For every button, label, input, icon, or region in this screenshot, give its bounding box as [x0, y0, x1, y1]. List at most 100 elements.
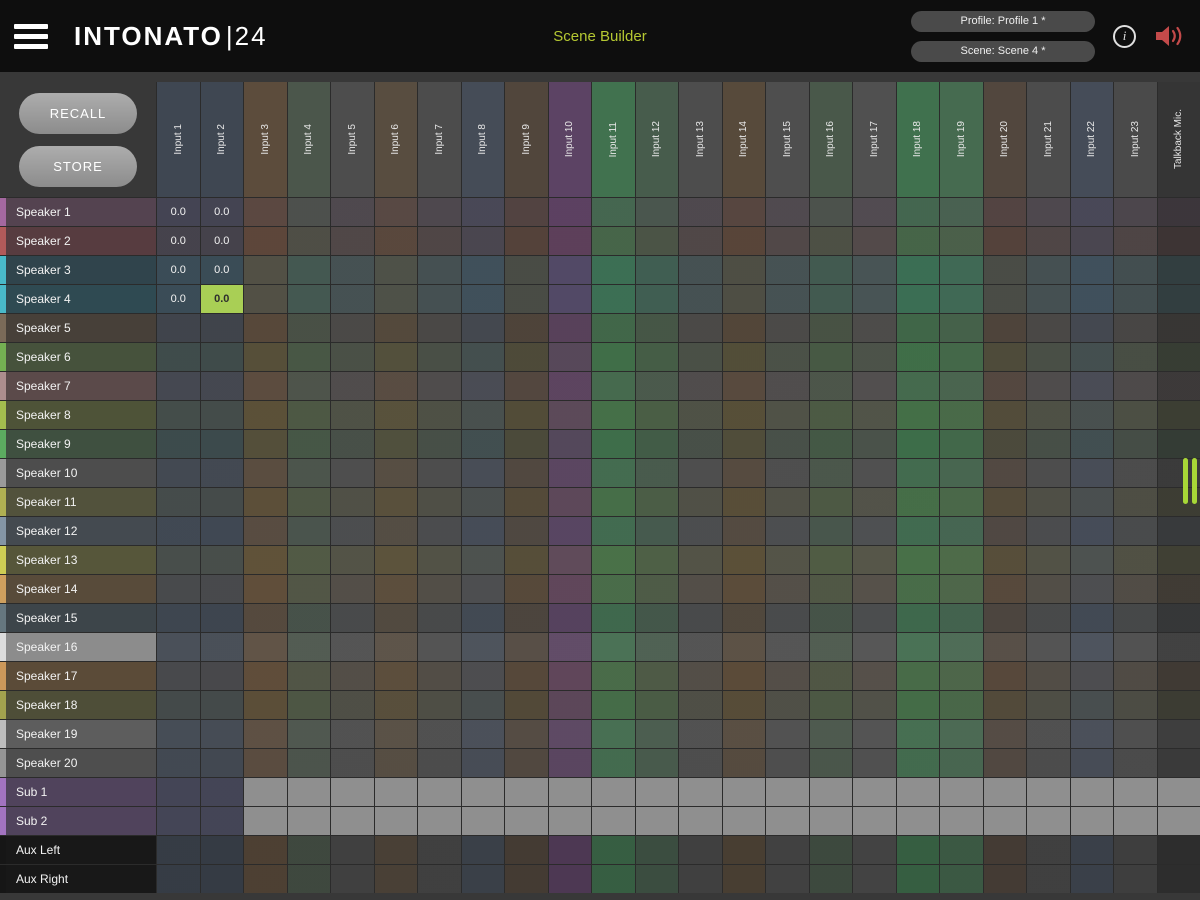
matrix-cell[interactable] [548, 807, 591, 835]
matrix-cell[interactable] [331, 749, 374, 777]
matrix-cell[interactable] [548, 836, 591, 864]
matrix-cell[interactable] [548, 459, 591, 487]
matrix-cell[interactable] [1114, 604, 1157, 632]
matrix-cell[interactable] [1070, 198, 1113, 226]
matrix-cell[interactable]: 0.0 [200, 256, 243, 284]
matrix-cell[interactable] [1157, 662, 1200, 690]
matrix-cell[interactable] [1157, 604, 1200, 632]
matrix-cell[interactable] [1027, 691, 1070, 719]
matrix-cell[interactable] [853, 430, 896, 458]
matrix-cell[interactable] [505, 430, 548, 458]
matrix-cell[interactable] [331, 198, 374, 226]
matrix-cell[interactable] [157, 372, 200, 400]
matrix-cell[interactable] [1027, 198, 1070, 226]
matrix-cell[interactable] [592, 227, 635, 255]
matrix-cell[interactable] [679, 285, 722, 313]
matrix-cell[interactable] [505, 488, 548, 516]
matrix-cell[interactable] [200, 575, 243, 603]
matrix-cell[interactable] [853, 488, 896, 516]
matrix-cell[interactable] [287, 285, 330, 313]
matrix-cell[interactable] [635, 749, 678, 777]
matrix-cell[interactable] [200, 372, 243, 400]
matrix-cell[interactable] [592, 807, 635, 835]
matrix-cell[interactable] [592, 198, 635, 226]
matrix-cell[interactable] [244, 575, 287, 603]
matrix-cell[interactable] [1027, 575, 1070, 603]
matrix-cell[interactable] [592, 662, 635, 690]
matrix-cell[interactable] [722, 720, 765, 748]
matrix-cell[interactable] [896, 372, 939, 400]
matrix-cell[interactable] [722, 633, 765, 661]
matrix-cell[interactable] [940, 517, 983, 545]
matrix-cell[interactable] [1157, 836, 1200, 864]
matrix-cell[interactable] [374, 488, 417, 516]
col-header-input-1[interactable]: Input 1 [157, 82, 200, 197]
matrix-cell[interactable] [418, 227, 461, 255]
col-header-input-22[interactable]: Input 22 [1070, 82, 1113, 197]
matrix-cell[interactable] [635, 807, 678, 835]
matrix-cell[interactable] [200, 633, 243, 661]
matrix-cell[interactable] [809, 227, 852, 255]
matrix-cell[interactable] [418, 488, 461, 516]
matrix-cell[interactable] [1114, 285, 1157, 313]
matrix-cell[interactable] [1027, 256, 1070, 284]
matrix-cell[interactable] [548, 575, 591, 603]
matrix-cell[interactable] [505, 575, 548, 603]
matrix-cell[interactable] [679, 865, 722, 893]
matrix-cell[interactable] [287, 430, 330, 458]
matrix-cell[interactable] [766, 198, 809, 226]
matrix-cell[interactable] [1027, 430, 1070, 458]
matrix-cell[interactable] [548, 778, 591, 806]
matrix-cell[interactable] [983, 488, 1026, 516]
matrix-cell[interactable] [679, 691, 722, 719]
matrix-cell[interactable] [157, 517, 200, 545]
matrix-cell[interactable] [853, 198, 896, 226]
matrix-cell[interactable] [1027, 285, 1070, 313]
matrix-cell[interactable] [418, 749, 461, 777]
matrix-cell[interactable] [548, 633, 591, 661]
matrix-cell[interactable] [244, 198, 287, 226]
matrix-cell[interactable] [374, 372, 417, 400]
matrix-cell[interactable] [418, 575, 461, 603]
matrix-cell[interactable] [592, 314, 635, 342]
matrix-cell[interactable] [1157, 401, 1200, 429]
matrix-cell[interactable] [157, 662, 200, 690]
matrix-cell[interactable] [244, 633, 287, 661]
matrix-cell[interactable] [461, 343, 504, 371]
matrix-cell[interactable] [853, 749, 896, 777]
matrix-cell[interactable] [896, 285, 939, 313]
row-label-sub-1[interactable]: Sub 1 [0, 778, 156, 806]
matrix-cell[interactable] [548, 285, 591, 313]
matrix-cell[interactable] [1157, 633, 1200, 661]
matrix-cell[interactable] [766, 459, 809, 487]
matrix-cell[interactable] [679, 604, 722, 632]
matrix-cell[interactable] [722, 604, 765, 632]
matrix-cell[interactable] [157, 633, 200, 661]
matrix-cell[interactable] [940, 285, 983, 313]
matrix-cell[interactable] [1114, 227, 1157, 255]
matrix-cell[interactable] [505, 198, 548, 226]
matrix-cell[interactable] [418, 430, 461, 458]
matrix-cell[interactable] [461, 285, 504, 313]
matrix-cell[interactable] [809, 575, 852, 603]
matrix-cell[interactable] [896, 662, 939, 690]
matrix-cell[interactable] [418, 633, 461, 661]
matrix-cell[interactable] [896, 430, 939, 458]
matrix-cell[interactable] [983, 430, 1026, 458]
matrix-cell[interactable] [1027, 343, 1070, 371]
matrix-cell[interactable] [1114, 488, 1157, 516]
matrix-cell[interactable] [853, 662, 896, 690]
matrix-cell[interactable] [200, 720, 243, 748]
matrix-cell[interactable] [505, 343, 548, 371]
col-header-input-4[interactable]: Input 4 [287, 82, 330, 197]
matrix-cell[interactable] [374, 459, 417, 487]
matrix-cell[interactable] [809, 430, 852, 458]
matrix-cell[interactable] [766, 691, 809, 719]
matrix-cell[interactable] [896, 488, 939, 516]
col-header-input-12[interactable]: Input 12 [635, 82, 678, 197]
matrix-cell[interactable] [896, 778, 939, 806]
matrix-cell[interactable] [1114, 720, 1157, 748]
matrix-cell[interactable] [331, 807, 374, 835]
matrix-cell[interactable] [896, 691, 939, 719]
row-label-speaker-13[interactable]: Speaker 13 [0, 546, 156, 574]
